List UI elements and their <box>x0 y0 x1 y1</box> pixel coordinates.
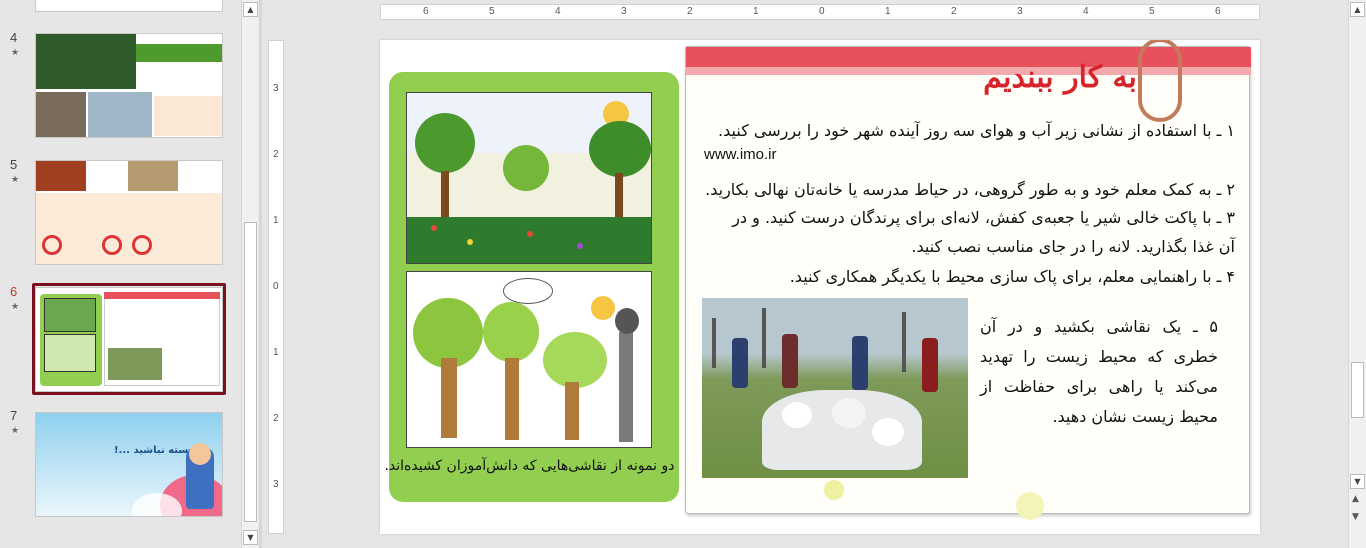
ruler-tick-label: 4 <box>555 6 561 17</box>
ruler-tick-label: 3 <box>273 479 279 490</box>
drawings-caption: دو نمونه از نقاشی‌هایی که دانش‌آموزان کش… <box>384 458 675 474</box>
scroll-down-arrow-icon[interactable]: ▼ <box>243 530 258 545</box>
activity-item-2: ۲ ـ به کمک معلم خود و به طور گروهی، در ح… <box>705 180 1235 199</box>
ruler-tick-label: 0 <box>819 6 825 17</box>
activity-item-3: ۳ ـ با پاکت خالی شیر یا جعبه‌ی کفش، لانه… <box>732 208 1235 227</box>
slide-thumbnail-pane: 4 ★ 5 ★ 6 ★ 7 ★ خسته نباشید ...! <box>0 0 240 548</box>
ruler-tick-label: 2 <box>687 6 693 17</box>
activity-item-1: ۱ ـ با استفاده از نشانی زیر آب و هوای سه… <box>718 121 1235 140</box>
children-drawing-1 <box>406 92 652 264</box>
animation-star-icon: ★ <box>11 48 20 58</box>
ruler-tick-label: 6 <box>1215 6 1221 17</box>
ruler-tick-label: 2 <box>273 413 279 424</box>
slide-thumbnail-5[interactable] <box>35 160 223 265</box>
ruler-tick-label: 5 <box>1149 6 1155 17</box>
activity-item-5: ۵ ـ یک نقاشی بکشید و در آن خطری که محیط … <box>980 317 1218 426</box>
animation-star-icon: ★ <box>11 175 20 185</box>
slide-thumbnail-6[interactable] <box>35 287 223 392</box>
animation-star-icon: ★ <box>11 302 20 312</box>
page-title: به کار ببندیم <box>983 60 1137 95</box>
activity-item-3-cont: آن غذا بگذارید. لانه را در جای مناسب نصب… <box>911 237 1235 256</box>
cleanup-photo <box>702 298 968 478</box>
scroll-up-arrow-icon[interactable]: ▲ <box>1350 2 1365 17</box>
thumbnail-text: خسته نباشید ...! <box>114 445 196 456</box>
scrollbar-thumb[interactable] <box>1351 362 1364 418</box>
children-drawing-2 <box>406 271 652 448</box>
ruler-tick-label: 1 <box>273 347 279 358</box>
horizontal-ruler: 6 5 4 3 2 1 0 1 2 3 4 5 6 <box>380 4 1260 20</box>
ruler-tick-label: 3 <box>273 83 279 94</box>
ruler-tick-label: 0 <box>273 281 279 292</box>
slide-number: 7 <box>10 408 18 423</box>
slide-number: 6 <box>10 284 18 299</box>
ruler-tick-label: 6 <box>423 6 429 17</box>
previous-slide-icon[interactable]: ▲ <box>1352 494 1359 504</box>
vertical-ruler: 3 2 1 0 1 2 3 <box>268 40 284 534</box>
slide-thumbnail-3[interactable] <box>35 0 223 12</box>
scroll-down-arrow-icon[interactable]: ▼ <box>1350 474 1365 489</box>
slide-scrollbar[interactable]: ▲ ▼ ▲ ▼ <box>1348 0 1366 548</box>
decor-dot <box>824 480 844 500</box>
slide-number: 4 <box>10 30 18 45</box>
slide-thumbnail-7[interactable]: خسته نباشید ...! <box>35 412 223 517</box>
ruler-tick-label: 1 <box>273 215 279 226</box>
ruler-tick-label: 4 <box>1083 6 1089 17</box>
ruler-tick-label: 2 <box>951 6 957 17</box>
ruler-tick-label: 3 <box>1017 6 1023 17</box>
scroll-up-arrow-icon[interactable]: ▲ <box>243 2 258 17</box>
slide-canvas[interactable]: دو نمونه از نقاشی‌هایی که دانش‌آموزان کش… <box>380 40 1260 534</box>
ruler-tick-label: 2 <box>273 149 279 160</box>
scrollbar-thumb[interactable] <box>244 222 257 522</box>
ruler-tick-label: 1 <box>753 6 759 17</box>
thumbnail-scrollbar[interactable]: ▲ ▼ <box>241 0 258 548</box>
ruler-tick-label: 5 <box>489 6 495 17</box>
decor-dot <box>1016 492 1044 520</box>
ruler-tick-label: 1 <box>885 6 891 17</box>
next-slide-icon[interactable]: ▼ <box>1352 512 1359 522</box>
slide-number: 5 <box>10 157 18 172</box>
activity-item-4: ۴ ـ با راهنمایی معلم، برای پاک سازی محیط… <box>789 267 1235 286</box>
slide-thumbnail-4[interactable] <box>35 33 223 138</box>
weather-url: www.imo.ir <box>704 146 777 163</box>
pane-splitter[interactable] <box>259 0 262 548</box>
animation-star-icon: ★ <box>11 426 20 436</box>
ruler-tick-label: 3 <box>621 6 627 17</box>
